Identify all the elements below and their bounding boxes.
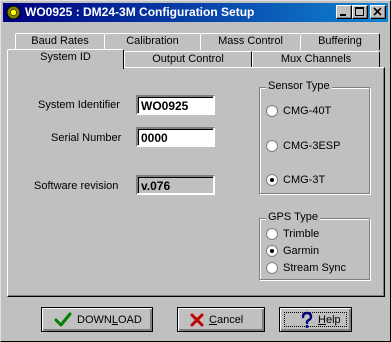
minimize-icon — [340, 14, 346, 16]
title-bar[interactable]: WO0925 : DM24-3M Configuration Setup — [3, 3, 388, 22]
radio-unchecked-icon — [266, 140, 278, 152]
software-revision-field: v.076 — [136, 175, 215, 195]
tab-buffering[interactable]: Buffering — [300, 33, 380, 50]
question-icon — [301, 311, 313, 328]
system-identifier-label: System Identifier — [38, 99, 120, 111]
software-revision-label: Software revision — [34, 180, 119, 192]
window-title: WO0925 : DM24-3M Configuration Setup — [25, 5, 255, 19]
download-button[interactable]: DOWNLOAD — [41, 307, 153, 332]
download-label: DOWNLOAD — [77, 314, 142, 326]
close-icon — [373, 7, 382, 16]
radio-checked-icon — [266, 174, 278, 186]
system-identifier-field[interactable]: WO0925 — [136, 95, 215, 115]
help-button[interactable]: Help — [279, 307, 352, 332]
minimize-button[interactable] — [336, 5, 352, 19]
sensor-type-legend: Sensor Type — [266, 80, 332, 92]
tab-output-control[interactable]: Output Control — [124, 51, 252, 68]
sensor-type-group: Sensor Type CMG-40T CMG-3ESP CMG-3T — [259, 80, 370, 194]
checkmark-icon — [54, 312, 72, 327]
tab-mass-control[interactable]: Mass Control — [200, 33, 301, 50]
maximize-icon — [355, 7, 364, 16]
config-window: WO0925 : DM24-3M Configuration Setup Bau… — [0, 0, 391, 342]
radio-checked-icon — [266, 245, 278, 257]
gps-type-legend: GPS Type — [266, 211, 320, 223]
gps-type-group: GPS Type Trimble Garmin Stream Sync — [259, 211, 370, 280]
tab-calibration[interactable]: Calibration — [104, 33, 201, 50]
help-label: Help — [318, 314, 341, 326]
app-icon — [6, 5, 21, 20]
x-icon — [190, 313, 204, 327]
serial-number-label: Serial Number — [51, 132, 122, 144]
radio-unchecked-icon — [266, 262, 278, 274]
radio-unchecked-icon — [266, 105, 278, 117]
cancel-label: Cancel — [209, 314, 244, 326]
maximize-button[interactable] — [352, 5, 368, 19]
radio-unchecked-icon — [266, 228, 278, 240]
system-id-panel: System Identifier WO0925 Serial Number 0… — [7, 67, 385, 297]
tab-mux-channels[interactable]: Mux Channels — [252, 51, 380, 68]
cancel-button[interactable]: Cancel — [177, 307, 265, 332]
tab-baud-rates[interactable]: Baud Rates — [15, 33, 105, 50]
close-button[interactable] — [370, 5, 386, 19]
tab-system-id[interactable]: System ID — [7, 49, 124, 69]
serial-number-field[interactable]: 0000 — [136, 127, 215, 147]
